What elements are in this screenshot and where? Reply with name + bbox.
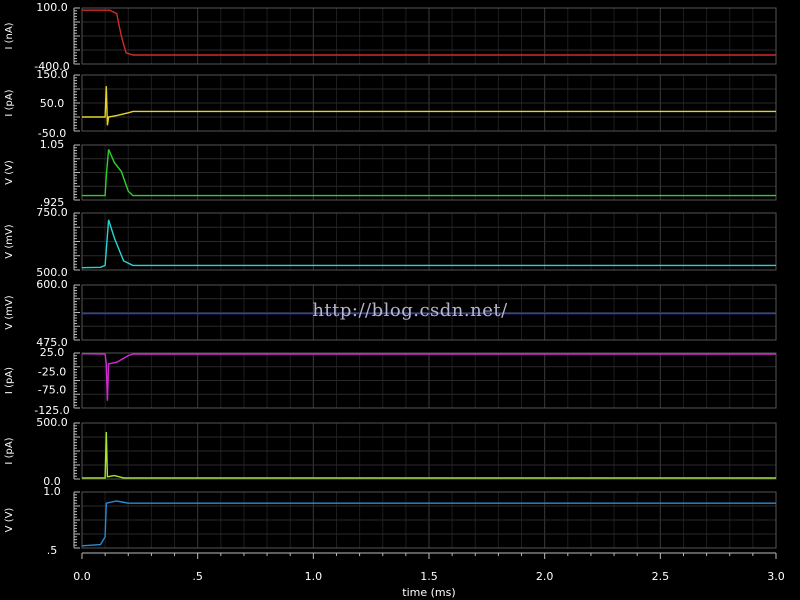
panel-7: 500.00.0I (pA) <box>4 416 777 488</box>
y-tick-label: 25.0 <box>40 346 65 359</box>
y-axis-label: V (mV) <box>4 295 15 330</box>
y-axis-label: V (V) <box>4 160 15 185</box>
y-axis-label: V (mV) <box>4 224 15 259</box>
x-axis: 0.0 .5 1.0 1.5 2.0 2.5 3.0 time (ms) <box>73 552 785 599</box>
waveform-chart: 100.0-400.0I (nA)150.050.0-50.0I (pA)1.0… <box>4 1 785 599</box>
y-tick-label: .5 <box>47 544 58 557</box>
x-axis-title: time (ms) <box>402 586 455 599</box>
y-tick-label: 100.0 <box>36 1 68 14</box>
y-tick-label: -75.0 <box>38 384 66 397</box>
panels: 100.0-400.0I (nA)150.050.0-50.0I (pA)1.0… <box>4 1 777 557</box>
panel-6: 25.0-25.0-75.0-125.0I (pA) <box>4 346 777 417</box>
y-tick-label: 500.0 <box>36 416 68 429</box>
panel-8: 1.0 .5 V (V) <box>4 485 777 557</box>
x-tick-label: .5 <box>192 570 203 583</box>
x-tick-label: 1.5 <box>420 570 438 583</box>
y-tick-label: 50.0 <box>40 97 65 110</box>
x-tick-label: 0.0 <box>73 570 91 583</box>
y-axis-label: I (pA) <box>4 89 15 116</box>
y-tick-label: -25.0 <box>38 365 66 378</box>
panel-3: 1.05.925V (V) <box>4 138 777 209</box>
panel-1: 100.0-400.0I (nA) <box>4 1 777 73</box>
y-tick-label: 1.0 <box>43 485 61 498</box>
y-tick-label: 1.05 <box>40 138 65 151</box>
x-tick-label: 1.0 <box>305 570 323 583</box>
y-axis-label: I (pA) <box>4 437 15 464</box>
y-axis-label: I (nA) <box>4 22 15 49</box>
x-tick-label: 2.5 <box>652 570 670 583</box>
panel-2: 150.050.0-50.0I (pA) <box>4 68 777 140</box>
x-tick-label: 2.0 <box>536 570 554 583</box>
y-tick-label: 750.0 <box>36 206 68 219</box>
y-tick-label: 150.0 <box>36 68 68 81</box>
x-tick-label: 3.0 <box>767 570 785 583</box>
y-tick-label: 600.0 <box>36 278 68 291</box>
y-axis-label: I (pA) <box>4 367 15 394</box>
watermark-text: http://blog.csdn.net/ <box>312 300 508 321</box>
y-axis-label: V (V) <box>4 508 15 533</box>
panel-4: 750.0500.0V (mV) <box>4 206 777 279</box>
